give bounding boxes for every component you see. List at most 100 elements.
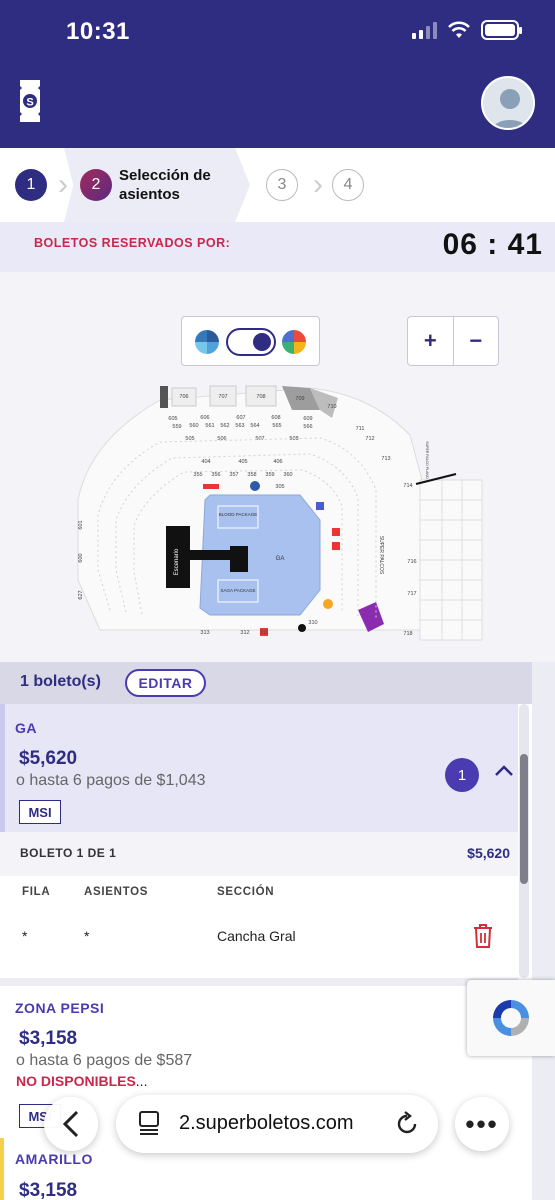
ticket-count: 1 boleto(s) <box>20 673 101 690</box>
section-label[interactable]: 560 <box>189 423 198 429</box>
zoom-controls: + − <box>407 316 499 366</box>
svg-text:S: S <box>26 97 33 109</box>
section-label[interactable]: 605 <box>168 416 177 422</box>
section-label[interactable]: 714 <box>403 483 412 489</box>
step-1[interactable]: 1 <box>15 169 47 201</box>
chevron-up-icon[interactable] <box>493 760 515 782</box>
zoom-out-button[interactable]: − <box>454 317 499 365</box>
more-options-icon[interactable]: ••• <box>455 1097 509 1151</box>
reservation-label: BOLETOS RESERVADOS POR: <box>34 236 231 250</box>
section-label[interactable]: 607 <box>236 415 245 421</box>
zone-price: $5,620 <box>19 748 78 769</box>
section-label[interactable]: 358 <box>247 472 256 478</box>
status-icons <box>412 20 522 40</box>
card-divider <box>0 978 518 986</box>
section-label[interactable]: 404 <box>201 459 210 465</box>
ga-label: GA <box>276 556 285 562</box>
section-label[interactable]: 311 <box>260 630 269 636</box>
zone-color-strip <box>0 1138 4 1200</box>
battery-icon <box>481 20 522 40</box>
section-label[interactable]: 718 <box>403 631 412 637</box>
availability-text: NO DISPONIBLES <box>16 1073 136 1089</box>
section-label[interactable]: 360 <box>283 472 292 478</box>
ticket-card-ga[interactable] <box>0 704 518 832</box>
venue-seat-map[interactable]: BLOOD PACKAGE SAGA PACKAGE GA Escenario … <box>70 380 490 648</box>
zoom-in-button[interactable]: + <box>408 317 454 365</box>
section-label[interactable]: 305 <box>275 484 284 490</box>
section-label[interactable]: 564 <box>250 423 259 429</box>
boleto-price: $5,620 <box>467 845 510 861</box>
reload-icon[interactable] <box>394 1110 420 1136</box>
section-label[interactable]: 310 <box>308 620 317 626</box>
seat-value: * <box>84 928 90 944</box>
section-label[interactable]: 627 <box>78 590 84 599</box>
section-label[interactable]: 600 <box>78 553 84 562</box>
wifi-icon <box>448 21 470 38</box>
section-label[interactable]: 565 <box>272 423 281 429</box>
recaptcha-badge[interactable] <box>467 980 555 1056</box>
section-label[interactable]: 562 <box>220 423 229 429</box>
section-label[interactable]: 355 <box>193 472 202 478</box>
column-header-asientos: ASIENTOS <box>84 886 149 898</box>
section-label[interactable]: 713 <box>381 456 390 462</box>
status-time: 10:31 <box>66 18 130 45</box>
section-label[interactable]: 608 <box>271 415 280 421</box>
section-label[interactable]: 606 <box>200 415 209 421</box>
section-label[interactable]: 609 <box>303 416 312 422</box>
section-label[interactable]: 710 <box>327 404 336 410</box>
step-4[interactable]: 4 <box>332 169 364 201</box>
section-label[interactable]: 717 <box>407 591 416 597</box>
section-label[interactable]: 707 <box>218 394 227 400</box>
section-label[interactable]: 716 <box>407 559 416 565</box>
trash-icon[interactable] <box>472 923 494 949</box>
zone-name: ZONA PEPSI <box>15 1000 105 1016</box>
section-label[interactable]: 706 <box>179 394 188 400</box>
section-label[interactable]: 709 <box>295 396 304 402</box>
map-color-switch[interactable] <box>226 328 276 356</box>
browser-url[interactable]: 2.superboletos.com <box>179 1112 354 1135</box>
installments-text: o hasta 6 pagos de $1,043 <box>16 772 206 789</box>
step-3[interactable]: 3 <box>266 169 298 201</box>
ticket-logo-icon[interactable]: S <box>18 80 42 122</box>
user-avatar-icon[interactable] <box>481 76 535 130</box>
step-2-label: Selección de asientos <box>119 167 211 203</box>
section-label[interactable]: 559 <box>172 424 181 430</box>
seat-row-value: * <box>22 928 28 944</box>
recaptcha-icon <box>493 1000 529 1036</box>
msi-badge: MSI <box>19 800 61 824</box>
stage-label: Escenario <box>174 548 180 575</box>
section-label[interactable]: 506 <box>217 436 226 442</box>
section-label[interactable]: 313 <box>200 630 209 636</box>
section-label[interactable]: 712 <box>365 436 374 442</box>
page-menu-icon[interactable] <box>138 1110 160 1136</box>
step-2[interactable]: 2 <box>80 169 112 201</box>
reservation-timer: 06 : 41 <box>442 228 543 261</box>
list-scrollbar[interactable] <box>519 704 529 978</box>
browser-back-button[interactable] <box>44 1097 98 1151</box>
availability-status: NO DISPONIBLES... <box>16 1073 147 1089</box>
section-label[interactable]: 563 <box>235 423 244 429</box>
section-label[interactable]: 711 <box>356 426 365 432</box>
zone-name: GA <box>15 720 37 736</box>
section-label[interactable]: 601 <box>78 520 84 529</box>
section-label[interactable]: 708 <box>256 394 265 400</box>
saga-package-label: SAGA PACKAGE <box>221 588 256 593</box>
single-color-map-icon[interactable] <box>195 330 219 354</box>
ticket-quantity-badge: 1 <box>445 758 479 792</box>
chevron-right-icon: › <box>58 168 68 201</box>
availability-ellipsis: ... <box>135 1073 148 1089</box>
section-label[interactable]: 356 <box>211 472 220 478</box>
section-label[interactable]: 359 <box>265 472 274 478</box>
multi-color-map-icon[interactable] <box>282 330 306 354</box>
section-label[interactable]: 357 <box>229 472 238 478</box>
section-label[interactable]: 566 <box>303 424 312 430</box>
edit-button[interactable]: EDITAR <box>125 669 206 697</box>
section-label[interactable]: 561 <box>205 423 214 429</box>
map-view-toggle[interactable] <box>181 316 320 366</box>
chevron-right-icon: › <box>313 168 323 201</box>
column-header-fila: FILA <box>22 886 51 898</box>
section-label[interactable]: 405 <box>238 459 247 465</box>
section-label[interactable]: 406 <box>273 459 282 465</box>
section-label[interactable]: 312 <box>240 630 249 636</box>
installments-text: o hasta 6 pagos de $587 <box>16 1052 193 1069</box>
